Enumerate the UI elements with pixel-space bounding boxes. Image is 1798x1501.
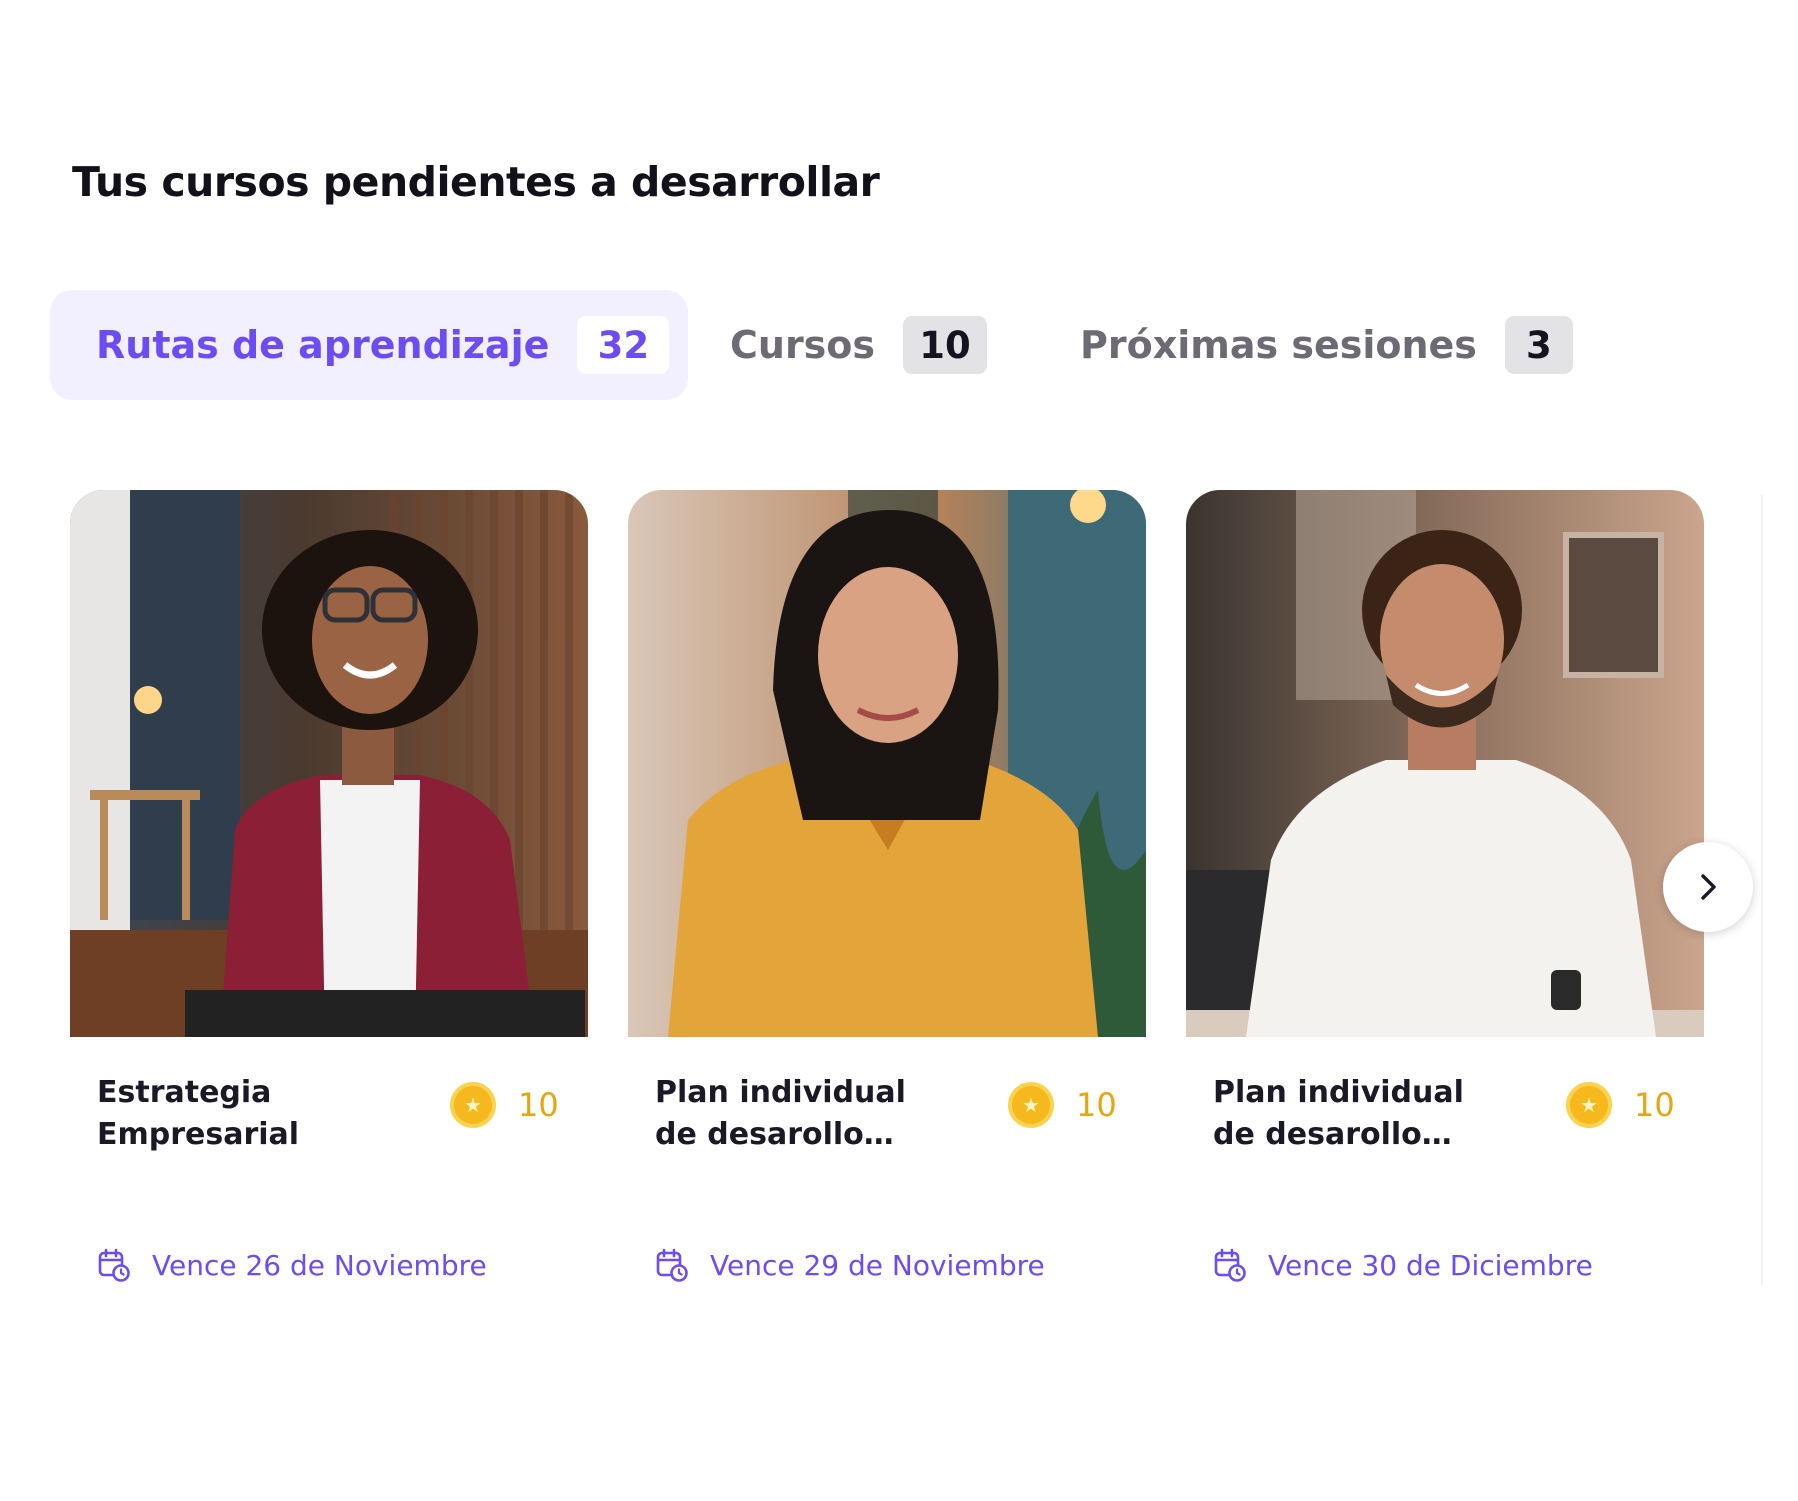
tab-label: Rutas de aprendizaje bbox=[96, 323, 550, 367]
points-value: 10 bbox=[1076, 1086, 1117, 1124]
tab-label: Próximas sesiones bbox=[1080, 323, 1477, 367]
tab-bar: Rutas de aprendizaje 32 Cursos 10 Próxim… bbox=[50, 290, 1610, 400]
chevron-right-icon bbox=[1701, 874, 1716, 900]
star-coin-icon: ★ bbox=[1566, 1082, 1612, 1128]
tab-rutas-de-aprendizaje[interactable]: Rutas de aprendizaje 32 bbox=[50, 290, 688, 400]
page-title: Tus cursos pendientes a desarrollar bbox=[72, 158, 880, 206]
calendar-clock-icon bbox=[656, 1248, 688, 1282]
due-date: Vence 26 de Noviembre bbox=[98, 1248, 487, 1282]
points-badge: ★ 10 bbox=[1566, 1082, 1675, 1128]
calendar-clock-icon bbox=[98, 1248, 130, 1282]
due-date: Vence 29 de Noviembre bbox=[656, 1248, 1045, 1282]
tab-cursos[interactable]: Cursos 10 bbox=[730, 290, 988, 400]
course-card[interactable]: Plan individual de desarollo 2024 - 1...… bbox=[628, 490, 1146, 1310]
points-value: 10 bbox=[518, 1086, 559, 1124]
points-badge: ★ 10 bbox=[1008, 1082, 1117, 1128]
due-date-text: Vence 26 de Noviembre bbox=[152, 1248, 487, 1282]
points-badge: ★ 10 bbox=[450, 1082, 559, 1128]
points-value: 10 bbox=[1634, 1086, 1675, 1124]
course-title: Estrategia Empresarial bbox=[97, 1075, 300, 1152]
course-thumbnail bbox=[628, 490, 1146, 1037]
course-thumbnail bbox=[70, 490, 588, 1037]
course-title: Plan individual de desarollo 2024 - 1... bbox=[655, 1075, 906, 1152]
course-card[interactable]: Plan individual de desarollo 2024 - 1...… bbox=[1186, 490, 1704, 1310]
tab-count-badge: 10 bbox=[903, 316, 988, 374]
carousel-next-button[interactable] bbox=[1663, 842, 1753, 932]
tab-count-badge: 32 bbox=[577, 316, 670, 374]
course-thumbnail bbox=[1186, 490, 1704, 1037]
due-date: Vence 30 de Diciembre bbox=[1214, 1248, 1593, 1282]
calendar-clock-icon bbox=[1214, 1248, 1246, 1282]
due-date-text: Vence 29 de Noviembre bbox=[710, 1248, 1045, 1282]
tab-proximas-sesiones[interactable]: Próximas sesiones 3 bbox=[1080, 290, 1573, 400]
tab-count-badge: 3 bbox=[1504, 316, 1573, 374]
carousel-edge-divider bbox=[1761, 495, 1763, 1285]
course-carousel: Estrategia Empresarial ★ 10 Vence 26 de … bbox=[0, 490, 1798, 1310]
star-coin-icon: ★ bbox=[450, 1082, 496, 1128]
star-coin-icon: ★ bbox=[1008, 1082, 1054, 1128]
course-card[interactable]: Estrategia Empresarial ★ 10 Vence 26 de … bbox=[70, 490, 588, 1310]
course-title: Plan individual de desarollo 2024 - 1... bbox=[1213, 1075, 1464, 1152]
due-date-text: Vence 30 de Diciembre bbox=[1268, 1248, 1593, 1282]
tab-label: Cursos bbox=[730, 323, 876, 367]
